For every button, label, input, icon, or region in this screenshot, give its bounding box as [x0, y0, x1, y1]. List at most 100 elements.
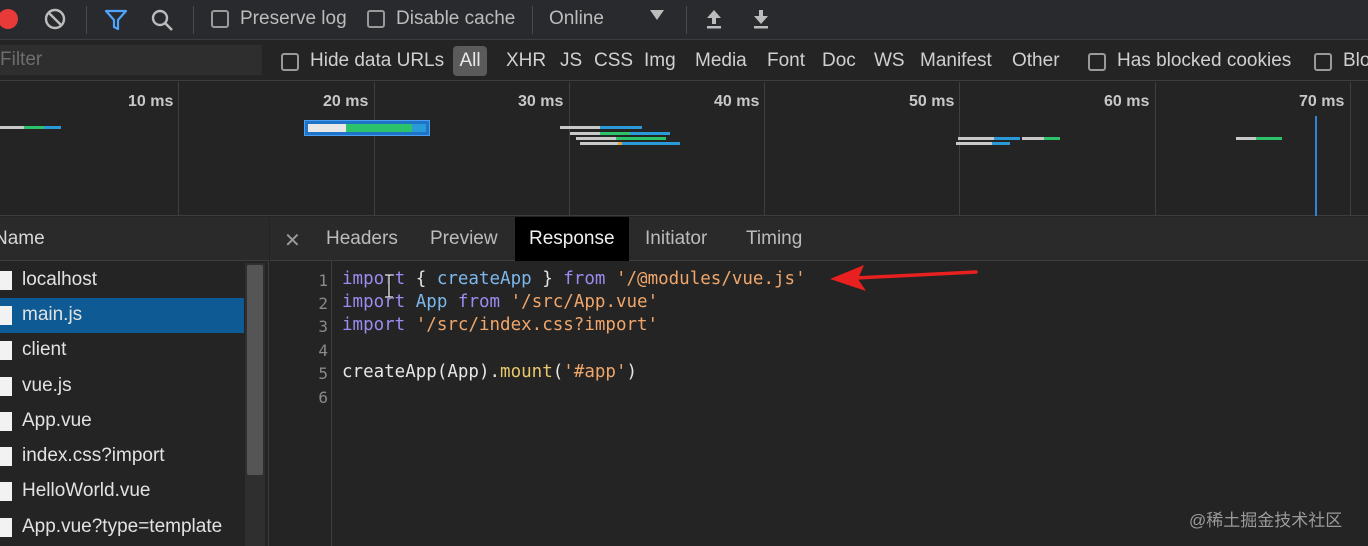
- tick-label: 10 ms: [128, 93, 174, 110]
- export-har-icon[interactable]: [751, 8, 771, 30]
- type-filter-doc[interactable]: Doc: [822, 50, 856, 72]
- type-filter-img[interactable]: Img: [644, 50, 676, 72]
- waterfall-bar: [570, 132, 600, 135]
- detail-tabs: ✕ Headers Preview Response Initiator Tim…: [270, 217, 1368, 261]
- request-name: client: [22, 339, 67, 360]
- waterfall-bar: [580, 142, 618, 145]
- waterfall-bar: [630, 132, 670, 135]
- type-filter-all[interactable]: All: [453, 46, 487, 76]
- code-punct: [500, 292, 511, 312]
- requests-panel: Name localhost main.js client vue.js App…: [0, 217, 269, 546]
- text-cursor-icon: [385, 274, 393, 298]
- filter-icon[interactable]: [104, 8, 128, 32]
- waterfall-bar: [308, 124, 346, 132]
- request-row-app-vue[interactable]: App.vue: [0, 404, 244, 439]
- request-row-client[interactable]: client: [0, 333, 244, 368]
- tab-preview[interactable]: Preview: [430, 217, 498, 261]
- code-keyword: from: [563, 269, 606, 289]
- code-keyword: from: [457, 292, 501, 312]
- waterfall-bar: [1236, 137, 1256, 140]
- request-detail-panel: ✕ Headers Preview Response Initiator Tim…: [270, 217, 1368, 546]
- type-filter-manifest[interactable]: Manifest: [920, 50, 992, 72]
- tick-label: 60 ms: [1104, 93, 1150, 110]
- code-keyword: import: [342, 315, 406, 335]
- watermark: @稀土掘金技术社区: [1189, 511, 1343, 530]
- line-number: 1: [318, 271, 328, 290]
- grid-line: [374, 82, 375, 216]
- request-name: vue.js: [22, 375, 72, 396]
- tab-headers[interactable]: Headers: [326, 217, 398, 261]
- line-number: 5: [318, 364, 328, 383]
- request-row-localhost[interactable]: localhost: [0, 263, 244, 298]
- devtools-toolbar: Preserve log Disable cache Online: [0, 0, 1368, 40]
- grid-line: [569, 82, 570, 216]
- tab-timing[interactable]: Timing: [746, 217, 802, 261]
- toolbar-divider: [532, 6, 533, 34]
- request-row-helloworld-vue[interactable]: HelloWorld.vue: [0, 474, 244, 509]
- type-filter-font[interactable]: Font: [767, 50, 805, 72]
- code-punct: [447, 292, 458, 312]
- line-number: 6: [318, 388, 328, 407]
- code-identifier: App: [415, 292, 448, 312]
- request-name: App.vue: [22, 410, 92, 431]
- waterfall-bar: [994, 137, 1020, 140]
- waterfall-bar: [24, 126, 44, 129]
- close-icon[interactable]: ✕: [284, 228, 301, 253]
- type-filter-xhr[interactable]: XHR: [506, 50, 546, 72]
- request-row-vue-js[interactable]: vue.js: [0, 369, 244, 404]
- code-punct: ): [626, 362, 638, 382]
- line-number: 2: [318, 294, 328, 313]
- waterfall-bar: [958, 137, 994, 140]
- network-overview[interactable]: 10 ms 20 ms 30 ms 40 ms 50 ms 60 ms 70 m…: [0, 82, 1368, 216]
- document-icon: [0, 412, 12, 431]
- request-name: main.js: [22, 304, 83, 325]
- waterfall-bar: [600, 126, 642, 129]
- response-code-viewer[interactable]: 1 2 3 4 5 6 import { createApp } from '/…: [270, 261, 1368, 546]
- code-punct: {: [405, 269, 437, 289]
- disable-cache-checkbox[interactable]: [367, 10, 385, 28]
- name-column-label: Name: [0, 228, 45, 249]
- waterfall-bar: [346, 124, 412, 132]
- clear-icon[interactable]: [44, 8, 66, 30]
- preserve-log-label: Preserve log: [240, 8, 347, 29]
- has-blocked-cookies-checkbox[interactable]: [1088, 53, 1106, 71]
- document-icon: [0, 518, 12, 537]
- request-row-main-js[interactable]: main.js: [0, 298, 244, 333]
- type-filter-ws[interactable]: WS: [874, 50, 905, 72]
- document-icon: [0, 377, 12, 396]
- hide-data-urls-label: Hide data URLs: [310, 50, 445, 71]
- request-row-index-css[interactable]: index.css?import: [0, 439, 244, 474]
- preserve-log-checkbox[interactable]: [211, 10, 229, 28]
- tab-initiator[interactable]: Initiator: [645, 217, 707, 261]
- tab-response[interactable]: Response: [515, 217, 629, 261]
- throttling-select[interactable]: Online: [549, 8, 604, 30]
- record-icon[interactable]: [0, 9, 18, 29]
- type-filter-js[interactable]: JS: [560, 50, 582, 72]
- request-name: HelloWorld.vue: [22, 480, 151, 501]
- code-punct: (: [552, 362, 564, 382]
- line-number: 4: [318, 341, 328, 360]
- code-string: '/src/App.vue': [510, 292, 659, 312]
- type-filter-other[interactable]: Other: [1012, 50, 1060, 72]
- name-column-header[interactable]: Name: [0, 217, 269, 261]
- type-filter-css[interactable]: CSS: [594, 50, 633, 72]
- import-har-icon[interactable]: [704, 8, 724, 30]
- document-icon: [0, 482, 12, 501]
- waterfall-bar: [412, 124, 426, 132]
- request-name: localhost: [22, 269, 97, 290]
- blocked-requests-checkbox[interactable]: [1314, 53, 1332, 71]
- request-row-app-vue-template[interactable]: App.vue?type=template: [0, 510, 244, 545]
- request-name: index.css?import: [22, 445, 165, 466]
- chevron-down-icon[interactable]: [650, 10, 664, 20]
- filter-input[interactable]: [0, 45, 262, 75]
- disable-cache-label: Disable cache: [396, 8, 516, 29]
- line-number-gutter: 1 2 3 4 5 6: [270, 261, 332, 546]
- requests-scrollbar-thumb[interactable]: [247, 265, 263, 475]
- waterfall-bar: [616, 137, 666, 140]
- code-keyword: import: [342, 292, 406, 312]
- waterfall-bar: [992, 142, 1010, 145]
- waterfall-bar: [0, 126, 24, 129]
- type-filter-media[interactable]: Media: [695, 50, 747, 72]
- hide-data-urls-checkbox[interactable]: [281, 53, 299, 71]
- search-icon[interactable]: [150, 8, 174, 32]
